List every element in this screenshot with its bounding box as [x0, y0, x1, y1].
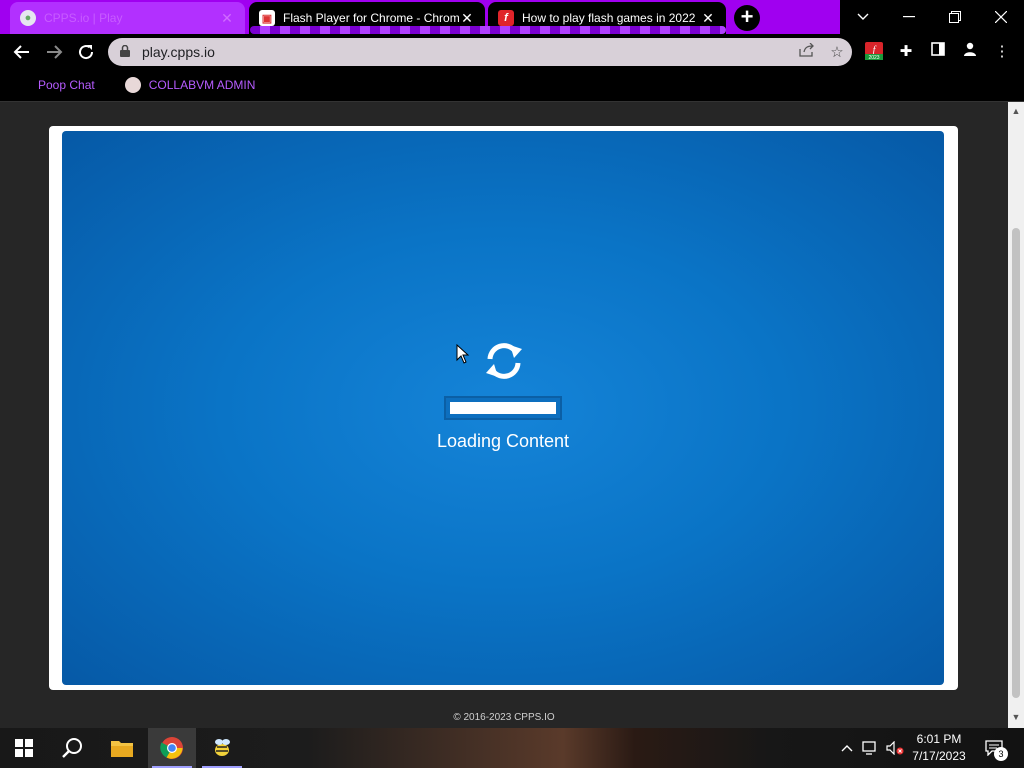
show-hidden-icons-button[interactable]	[838, 728, 856, 768]
new-tab-button[interactable]: +	[734, 5, 760, 31]
profile-icon[interactable]	[960, 42, 980, 62]
bookmark-label: COLLABVM ADMIN	[148, 78, 256, 92]
close-icon[interactable]: ✕	[459, 10, 475, 27]
chrome-icon	[160, 737, 183, 759]
url-text[interactable]: play.cpps.io	[142, 44, 792, 60]
restore-icon	[949, 11, 961, 23]
game-frame: Loading Content	[49, 126, 958, 690]
bookmark-star-icon[interactable]: ☆	[822, 43, 852, 61]
minimize-icon	[903, 16, 915, 18]
minimize-button[interactable]	[886, 0, 932, 34]
address-bar[interactable]: play.cpps.io ☆	[108, 38, 852, 66]
menu-kebab-icon[interactable]: ⋮	[992, 42, 1012, 62]
browser-toolbar: play.cpps.io ☆ f 2023 ✚ ⋮	[0, 34, 1024, 70]
notification-badge: 3	[994, 747, 1008, 761]
tab-cpps-play[interactable]: ● CPPS.io | Play ✕	[10, 2, 245, 34]
scrollbar-thumb[interactable]	[1012, 228, 1020, 698]
windows-logo-icon	[15, 739, 33, 757]
extension-badge: 2023	[868, 55, 879, 60]
loading-progress-bar	[444, 396, 562, 420]
mouse-cursor-icon	[456, 344, 470, 364]
bee-app-icon	[215, 739, 230, 756]
tab-title: How to play flash games in 2022	[522, 11, 696, 25]
progress-fill	[450, 402, 556, 414]
screen: ● CPPS.io | Play ✕ ▣ Flash Player for Ch…	[0, 0, 1024, 768]
web-page: Loading Content © 2016-2023 CPPS.IO	[0, 102, 1008, 728]
bookmark-poop-chat[interactable]: Poop Chat	[38, 78, 95, 92]
reload-button[interactable]	[74, 40, 98, 64]
avatar-icon	[124, 77, 141, 93]
clock-time: 6:01 PM	[916, 732, 962, 746]
file-explorer-button[interactable]	[98, 728, 146, 768]
tab-title: CPPS.io | Play	[44, 11, 123, 25]
arrow-left-icon	[13, 45, 29, 59]
chevron-down-icon	[857, 13, 869, 20]
copyright-footer: © 2016-2023 CPPS.IO	[453, 712, 555, 723]
tab-search-button[interactable]	[840, 0, 886, 34]
loading-text: Loading Content	[436, 431, 570, 451]
start-button[interactable]	[0, 728, 48, 768]
system-clock[interactable]: 6:01 PM 7/17/2023	[904, 731, 974, 765]
app-taskbar-button[interactable]	[198, 728, 246, 768]
search-button[interactable]	[48, 728, 96, 768]
share-icon[interactable]	[792, 42, 822, 61]
side-panel-icon[interactable]	[928, 42, 948, 62]
windows-taskbar: 6:01 PM 7/17/2023 3	[0, 728, 1024, 768]
game-canvas[interactable]: Loading Content	[62, 131, 944, 685]
back-button[interactable]	[10, 40, 34, 64]
network-icon[interactable]	[860, 728, 882, 768]
flash-extension-icon[interactable]: f 2023	[864, 42, 884, 62]
chrome-taskbar-button[interactable]	[148, 728, 196, 768]
bookmark-collabvm-admin[interactable]: COLLABVM ADMIN	[124, 77, 256, 93]
reload-icon	[79, 45, 94, 60]
search-icon	[62, 738, 82, 758]
close-icon	[995, 11, 1007, 23]
tab-strip: ● CPPS.io | Play ✕ ▣ Flash Player for Ch…	[0, 0, 1024, 34]
scroll-up-arrow-icon[interactable]: ▲	[1008, 106, 1024, 116]
cpps-icon: ●	[20, 10, 36, 26]
refresh-spinner-icon	[486, 343, 522, 379]
close-icon[interactable]: ✕	[219, 10, 235, 27]
flash-icon: f	[498, 10, 514, 26]
close-window-button[interactable]	[978, 0, 1024, 34]
tab-strip-decoration	[250, 26, 726, 34]
bookmarks-bar: Poop Chat COLLABVM ADMIN	[0, 70, 1024, 100]
chevron-up-icon	[841, 745, 853, 752]
extensions-puzzle-icon[interactable]: ✚	[896, 42, 916, 62]
page-scrollbar[interactable]: ▲ ▼	[1008, 102, 1024, 728]
folder-icon	[111, 741, 133, 757]
store-icon: ▣	[259, 10, 275, 26]
arrow-right-icon	[47, 45, 63, 59]
forward-button[interactable]	[42, 40, 66, 64]
volume-muted-icon[interactable]	[884, 728, 906, 768]
lock-icon[interactable]	[120, 44, 132, 60]
restore-button[interactable]	[932, 0, 978, 34]
tab-title: Flash Player for Chrome - Chrom	[283, 11, 459, 25]
close-icon[interactable]: ✕	[700, 10, 716, 27]
scroll-down-arrow-icon[interactable]: ▼	[1008, 712, 1024, 722]
clock-date: 7/17/2023	[912, 749, 966, 763]
